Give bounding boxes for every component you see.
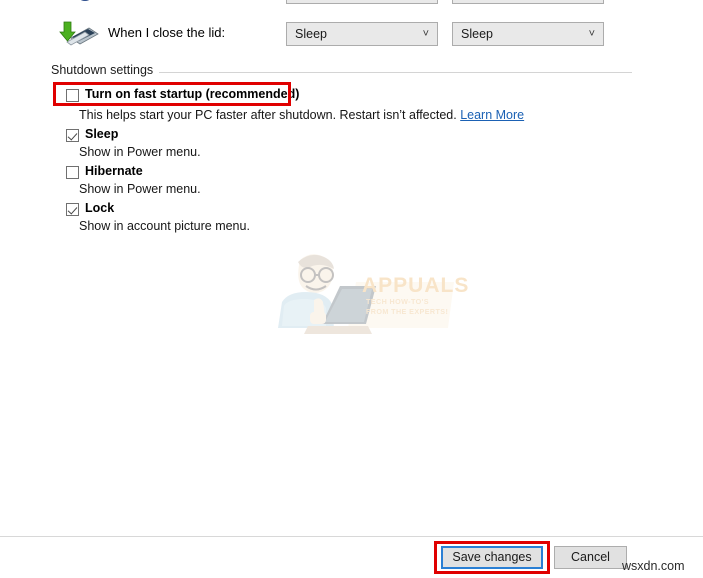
- checkbox-label-lock: Lock: [85, 201, 115, 215]
- save-changes-button[interactable]: Save changes: [441, 546, 543, 569]
- power-options-panel: ˅ ˅ When I close the lid: Sleep ˅ Sleep …: [0, 0, 703, 578]
- dropdown-lid-on-battery-value: Sleep: [295, 27, 327, 41]
- power-button-icon: [80, 0, 90, 1]
- dropdown-previous-row-plugged-in[interactable]: ˅: [452, 0, 604, 4]
- footer-separator: [0, 536, 703, 537]
- checkbox-lock[interactable]: [66, 203, 79, 216]
- chevron-down-icon: ˅: [589, 0, 595, 3]
- description-fast-startup-text: This helps start your PC faster after sh…: [79, 108, 457, 122]
- chevron-down-icon: ˅: [422, 28, 429, 40]
- checkbox-sleep[interactable]: [66, 129, 79, 142]
- checkbox-label-fast-startup: Turn on fast startup (recommended): [85, 87, 300, 101]
- laptop-lid-icon: [59, 21, 99, 46]
- chevron-down-icon: ˅: [423, 0, 429, 3]
- dropdown-lid-plugged-in-value: Sleep: [461, 27, 493, 41]
- description-sleep: Show in Power menu.: [79, 145, 201, 159]
- appuals-watermark: APPUALS TECH HOW-TO'S FROM THE EXPERTS!: [248, 252, 468, 344]
- description-hibernate: Show in Power menu.: [79, 182, 201, 196]
- dropdown-lid-on-battery[interactable]: Sleep ˅: [286, 22, 438, 46]
- shutdown-settings-group-title: Shutdown settings: [51, 63, 160, 77]
- lid-row-label: When I close the lid:: [108, 25, 226, 40]
- description-lock: Show in account picture menu.: [79, 219, 250, 233]
- chevron-down-icon: ˅: [588, 28, 595, 40]
- dropdown-previous-row-on-battery[interactable]: ˅: [286, 0, 438, 4]
- checkbox-label-sleep: Sleep: [85, 127, 119, 141]
- checkbox-hibernate[interactable]: [66, 166, 79, 179]
- cancel-button[interactable]: Cancel: [554, 546, 627, 569]
- dropdown-lid-plugged-in[interactable]: Sleep ˅: [452, 22, 604, 46]
- site-watermark-text: wsxdn.com: [622, 559, 685, 573]
- watermark-brand-text: APPUALS: [362, 274, 470, 297]
- learn-more-link[interactable]: Learn More: [460, 108, 524, 122]
- watermark-tagline-text: TECH HOW-TO'S FROM THE EXPERTS!: [366, 297, 449, 316]
- checkbox-label-hibernate: Hibernate: [85, 164, 143, 178]
- description-fast-startup: This helps start your PC faster after sh…: [79, 108, 524, 122]
- checkbox-fast-startup[interactable]: [66, 89, 79, 102]
- watermark-illustration: [278, 254, 454, 334]
